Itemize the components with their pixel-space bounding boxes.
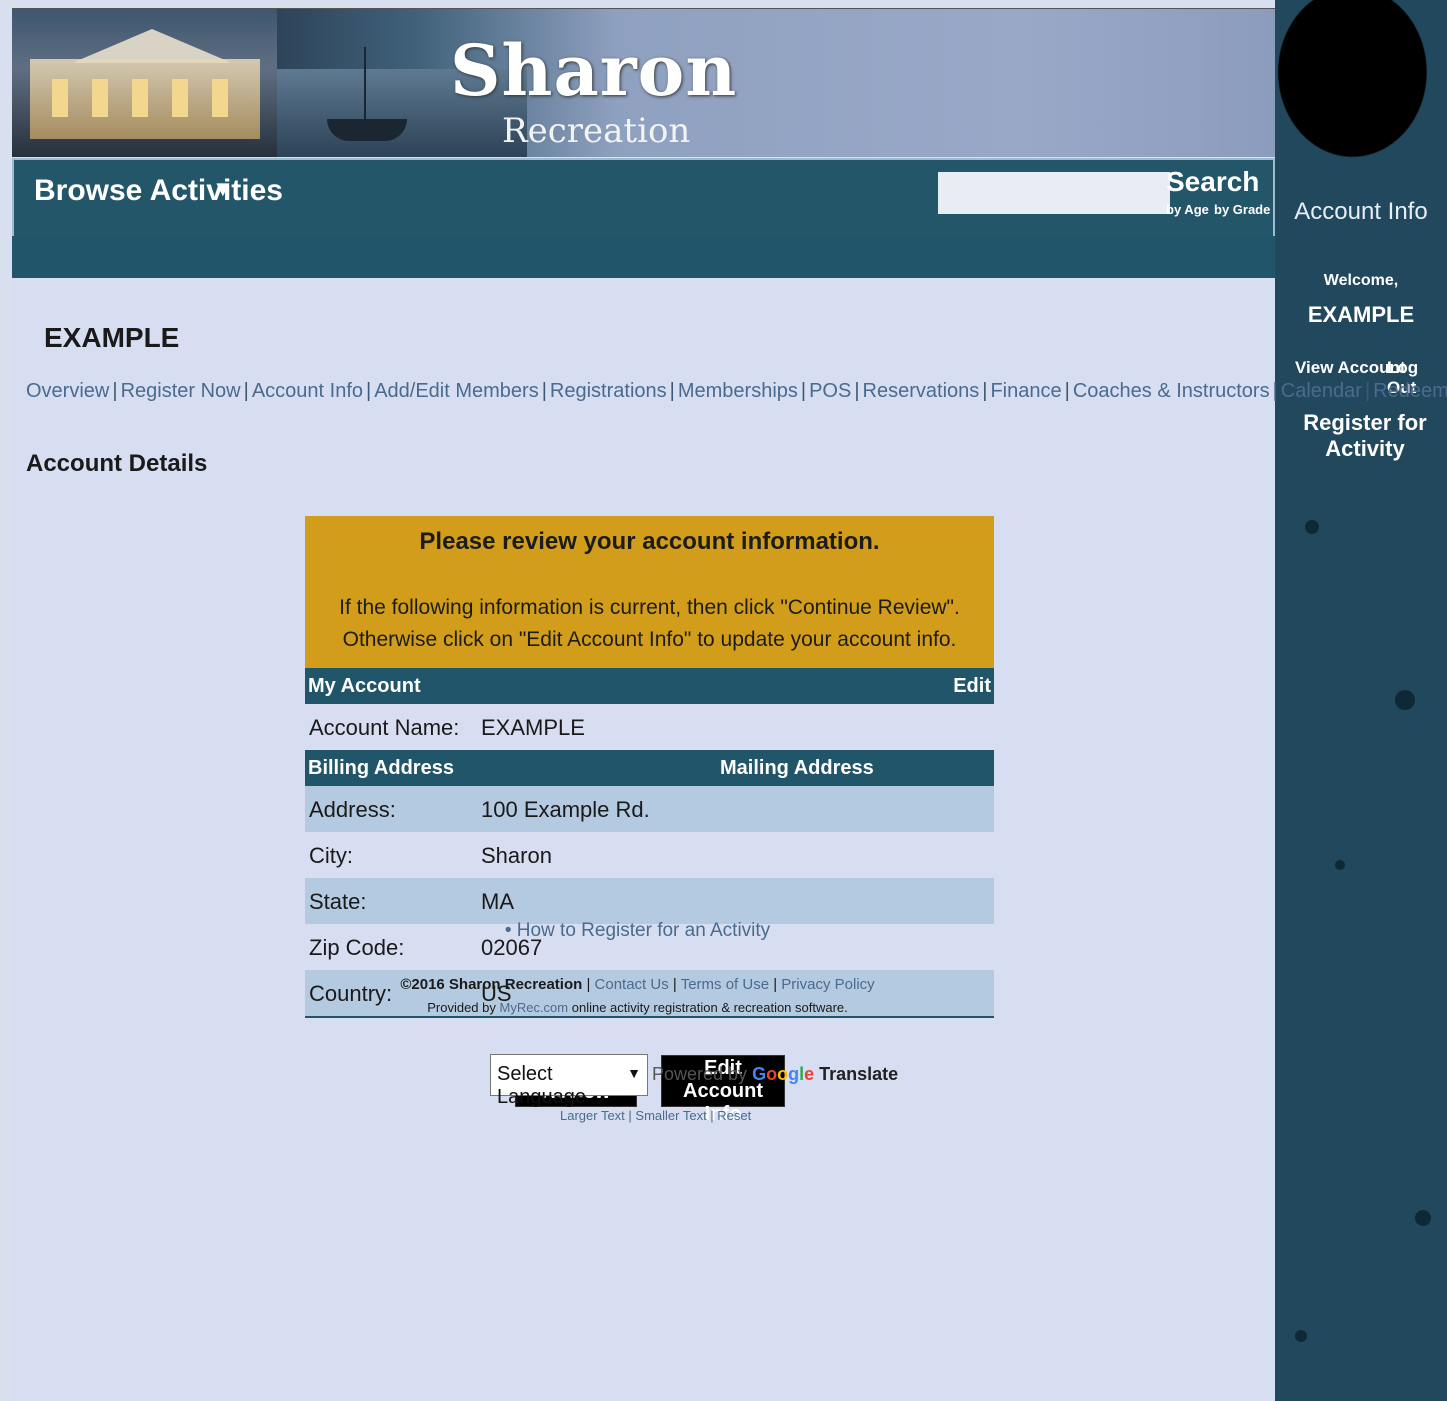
subnav-separator: | xyxy=(243,380,249,402)
subnav-item-registrations[interactable]: Registrations xyxy=(550,380,667,402)
search-by-age-link[interactable]: by Age xyxy=(1166,202,1209,217)
review-heading: Please review your account information. xyxy=(419,528,880,555)
account-info-heading: Account Info xyxy=(1294,198,1428,225)
language-select-value: Select Language xyxy=(497,1063,586,1108)
translate-text: Translate xyxy=(819,1064,899,1084)
page-title: EXAMPLE xyxy=(44,322,180,353)
header-banner: Sharon Recreation xyxy=(12,8,1275,157)
how-to-register-link[interactable]: How to Register for an Activity xyxy=(517,920,770,941)
account-table: My Account Edit Account Name: EXAMPLE Bi… xyxy=(305,668,994,1018)
powered-by-text: Powered by xyxy=(652,1064,748,1084)
how-to-register-link-wrap: • How to Register for an Activity xyxy=(504,920,771,941)
subnav-item-memberships[interactable]: Memberships xyxy=(678,380,798,402)
search-button[interactable]: Search xyxy=(1166,166,1259,198)
account-sidebar: Account Info Welcome, EXAMPLE View Accou… xyxy=(1275,0,1447,1401)
subnav-separator: | xyxy=(854,380,860,402)
nav-bar: Browse Activities ▼ Search by Age by Gra… xyxy=(12,158,1275,236)
contact-us-link[interactable]: Contact Us xyxy=(595,976,669,993)
field-value: 100 Example Rd. xyxy=(481,797,650,822)
building-image xyxy=(12,9,277,157)
google-logo: Google xyxy=(752,1064,815,1084)
sailboat-image xyxy=(327,119,407,141)
language-select[interactable]: Select Language ▼ xyxy=(490,1054,648,1108)
subnav-separator: | xyxy=(366,380,372,402)
copyright-text: ©2016 Sharon Recreation xyxy=(400,976,583,993)
subnav-separator: | xyxy=(800,380,807,402)
dropdown-arrow-icon: ▼ xyxy=(627,1065,641,1081)
subnav-item-pos[interactable]: POS xyxy=(809,380,851,402)
review-line-2: Otherwise click on "Edit Account Info" t… xyxy=(342,628,957,651)
provided-suffix: online activity registration & recreatio… xyxy=(571,1000,848,1015)
search-by-grade-link[interactable]: by Grade xyxy=(1214,202,1270,217)
section-title: Account Details xyxy=(26,450,208,477)
google-translate-credit: Powered by Google Translate xyxy=(652,1064,898,1085)
subnav-item-register-now[interactable]: Register Now xyxy=(121,380,241,402)
subnav-item-add-edit-members[interactable]: Add/Edit Members xyxy=(374,380,539,402)
account-subnav: Overview | Register Now | Account Info | Add/E… xyxy=(26,380,1447,403)
subnav-separator: | xyxy=(1064,380,1070,402)
field-label: City: xyxy=(309,843,353,868)
address-header: Billing Address Mailing Address xyxy=(305,750,994,786)
account-name-label: Account Name: xyxy=(309,715,460,740)
subnav-separator: | xyxy=(669,380,675,402)
text-size-controls[interactable]: Larger Text | Smaller Text | Reset xyxy=(560,1108,751,1123)
brand-subtitle: Recreation xyxy=(502,111,691,151)
field-label: Address: xyxy=(309,797,396,822)
table-row: State: MA xyxy=(305,878,994,924)
footer-provided: Provided by MyRec.com online activity re… xyxy=(0,1000,1275,1015)
sub-nav-bar xyxy=(12,236,1275,278)
subnav-item-reservations[interactable]: Reservations xyxy=(863,380,980,402)
myrec-link[interactable]: MyRec.com xyxy=(500,1000,569,1015)
my-account-label: My Account xyxy=(308,675,421,697)
subnav-separator: | xyxy=(1272,380,1278,402)
subnav-item-overview[interactable]: Overview xyxy=(26,380,109,402)
browse-activities-menu[interactable]: Browse Activities xyxy=(34,174,283,208)
register-for-activity-link[interactable]: Register for Activity xyxy=(1275,410,1447,462)
mailing-address-header: Mailing Address xyxy=(720,757,874,779)
search-input[interactable] xyxy=(938,172,1170,214)
welcome-text: Welcome, xyxy=(1323,272,1399,289)
welcome-user-name: EXAMPLE xyxy=(1307,302,1415,327)
field-label: State: xyxy=(309,889,367,914)
billing-address-header: Billing Address xyxy=(308,757,454,779)
table-row: Address: 100 Example Rd. xyxy=(305,786,994,832)
subnav-separator: | xyxy=(541,380,547,402)
privacy-link[interactable]: Privacy Policy xyxy=(781,976,874,993)
page: Sharon Recreation Account Info Welcome, … xyxy=(0,0,1447,1401)
subnav-item-finance[interactable]: Finance xyxy=(990,380,1061,402)
field-value: Sharon xyxy=(481,843,552,868)
subnav-separator: | xyxy=(1364,380,1371,402)
subnav-item-redeem-gift[interactable]: Redeem Gift xyxy=(1373,380,1447,402)
review-line-1: If the following information is current,… xyxy=(339,596,960,619)
subnav-item-calendar[interactable]: Calendar xyxy=(1281,380,1362,402)
silhouette-decoration xyxy=(1275,0,1447,180)
brand-title: Sharon xyxy=(450,29,738,112)
account-name-row: Account Name: EXAMPLE xyxy=(305,704,994,750)
account-name-value: EXAMPLE xyxy=(481,715,585,740)
dropdown-arrow-icon[interactable]: ▼ xyxy=(212,176,234,202)
subnav-separator: | xyxy=(982,380,988,402)
subnav-separator: | xyxy=(112,380,118,402)
field-value: MA xyxy=(481,889,514,914)
main-content: EXAMPLE Overview | Register Now | Account In… xyxy=(12,278,1447,1401)
footer-copyright: ©2016 Sharon Recreation | Contact Us | T… xyxy=(400,976,875,993)
review-notice: Please review your account information. … xyxy=(305,516,994,668)
my-account-header: My Account Edit xyxy=(305,668,994,704)
subnav-item-account-info[interactable]: Account Info xyxy=(252,380,363,402)
edit-link[interactable]: Edit xyxy=(953,675,991,698)
table-row: City: Sharon xyxy=(305,832,994,878)
provided-prefix: Provided by xyxy=(427,1000,496,1015)
terms-link[interactable]: Terms of Use xyxy=(681,976,769,993)
subnav-item-coaches-instructors[interactable]: Coaches & Instructors xyxy=(1073,380,1270,402)
